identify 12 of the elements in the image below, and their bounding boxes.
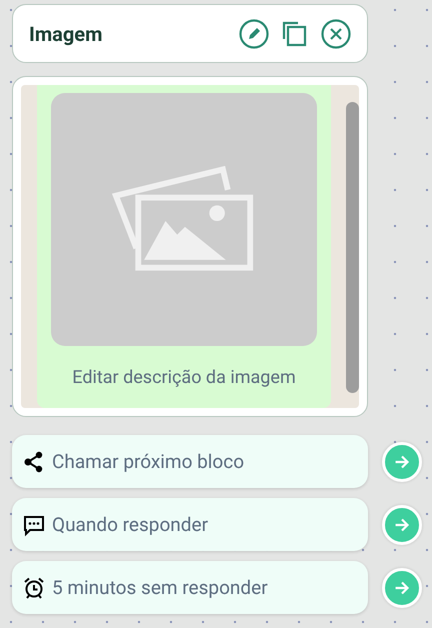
close-icon[interactable] bbox=[321, 18, 351, 48]
connect-button[interactable] bbox=[382, 504, 422, 544]
option-item[interactable]: Quando responder bbox=[12, 498, 368, 551]
option-item[interactable]: Chamar próximo bloco bbox=[12, 435, 368, 488]
block-title: Imagem bbox=[29, 22, 102, 46]
image-caption[interactable]: Editar descrição da imagem bbox=[72, 367, 296, 388]
scrollbar-thumb[interactable] bbox=[346, 102, 358, 393]
alarm-clock-icon bbox=[22, 576, 46, 600]
edit-icon[interactable] bbox=[239, 18, 269, 48]
connect-button[interactable] bbox=[382, 568, 422, 608]
connect-button[interactable] bbox=[382, 442, 422, 482]
option-item[interactable]: 5 minutos sem responder bbox=[12, 561, 368, 614]
